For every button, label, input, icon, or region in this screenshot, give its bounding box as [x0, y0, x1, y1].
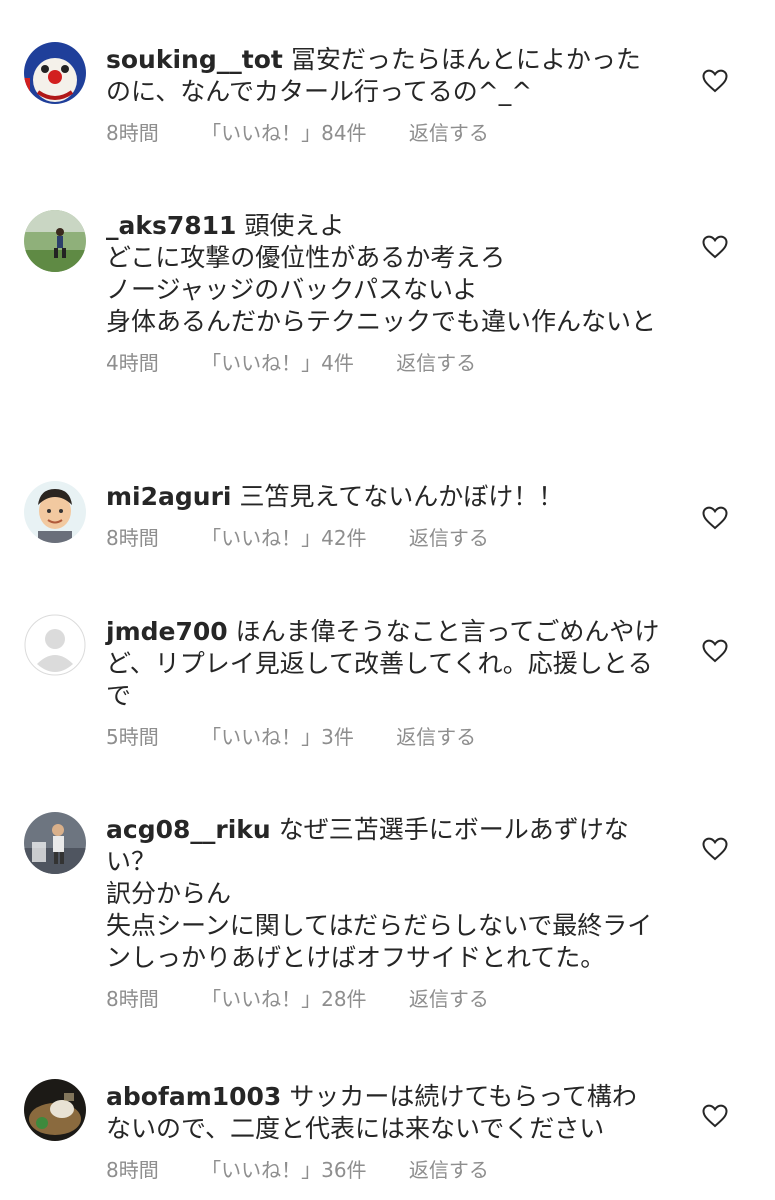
comment-meta: 4時間 「いいね！」4件 返信する [106, 349, 661, 377]
comment-likes[interactable]: 「いいね！」3件 [201, 723, 354, 751]
comment-likes[interactable]: 「いいね！」36件 [201, 1156, 366, 1184]
comment-time: 8時間 [106, 987, 159, 1011]
avatar[interactable] [24, 481, 86, 543]
comment-username[interactable]: _aks7811 [106, 211, 236, 240]
comment-text: _aks7811 頭使えよ どこに攻撃の優位性があるか考えろ ノージャッジのバック… [106, 210, 661, 338]
comment-meta: 8時間 「いいね！」28件 返信する [106, 985, 661, 1013]
comment-time: 4時間 [106, 351, 159, 375]
comment-meta: 5時間 「いいね！」3件 返信する [106, 723, 661, 751]
avatar-image [24, 210, 86, 272]
comment-username[interactable]: abofam1003 [106, 1082, 281, 1111]
avatar-image [24, 42, 86, 104]
reply-button[interactable]: 返信する [396, 349, 476, 377]
avatar-placeholder[interactable] [24, 614, 86, 676]
avatar-image [24, 481, 86, 543]
comment-text: souking__tot 冨安だったらほんとによかったのに、なんでカタール行ってる… [106, 44, 661, 108]
comment-body: 三笘見えてないんかぼけ！！ [239, 482, 564, 511]
comment-text: acg08__riku なぜ三苫選手にボールあずけない？ 訳分からん 失点シーンに… [106, 814, 661, 974]
comment-time: 8時間 [106, 121, 159, 145]
reply-button[interactable]: 返信する [409, 1156, 489, 1184]
comment-time: 5時間 [106, 725, 159, 749]
comment-likes[interactable]: 「いいね！」84件 [201, 119, 366, 147]
reply-button[interactable]: 返信する [409, 119, 489, 147]
comment-meta: 8時間 「いいね！」42件 返信する [106, 524, 661, 552]
comment-text: abofam1003 サッカーは続けてもらって構わないので、二度と代表には来ないで… [106, 1081, 661, 1145]
avatar[interactable] [24, 812, 86, 874]
comment-username[interactable]: acg08__riku [106, 815, 271, 844]
avatar-image [24, 812, 86, 874]
heart-outline-icon[interactable] [702, 235, 728, 259]
comment-username[interactable]: jmde700 [106, 617, 228, 646]
avatar-image [24, 1079, 86, 1141]
reply-button[interactable]: 返信する [409, 524, 489, 552]
comment-meta: 8時間 「いいね！」36件 返信する [106, 1156, 661, 1184]
comment-text: mi2aguri 三笘見えてないんかぼけ！！ [106, 481, 661, 513]
comment-likes[interactable]: 「いいね！」42件 [201, 524, 366, 552]
reply-button[interactable]: 返信する [409, 985, 489, 1013]
comment-likes[interactable]: 「いいね！」4件 [201, 349, 354, 377]
comment-meta: 8時間 「いいね！」84件 返信する [106, 119, 661, 147]
heart-outline-icon[interactable] [702, 639, 728, 663]
heart-outline-icon[interactable] [702, 69, 728, 93]
reply-button[interactable]: 返信する [396, 723, 476, 751]
heart-outline-icon[interactable] [702, 506, 728, 530]
comment-username[interactable]: mi2aguri [106, 482, 231, 511]
avatar[interactable] [24, 210, 86, 272]
comment-likes[interactable]: 「いいね！」28件 [201, 985, 366, 1013]
avatar[interactable] [24, 42, 86, 104]
comment-time: 8時間 [106, 526, 159, 550]
comment-text: jmde700 ほんま偉そうなこと言ってごめんやけど、リプレイ見返して改善してくれ… [106, 616, 661, 712]
avatar[interactable] [24, 1079, 86, 1141]
default-avatar-icon [24, 614, 86, 676]
comment-username[interactable]: souking__tot [106, 45, 283, 74]
comment-time: 8時間 [106, 1158, 159, 1182]
heart-outline-icon[interactable] [702, 837, 728, 861]
heart-outline-icon[interactable] [702, 1104, 728, 1128]
